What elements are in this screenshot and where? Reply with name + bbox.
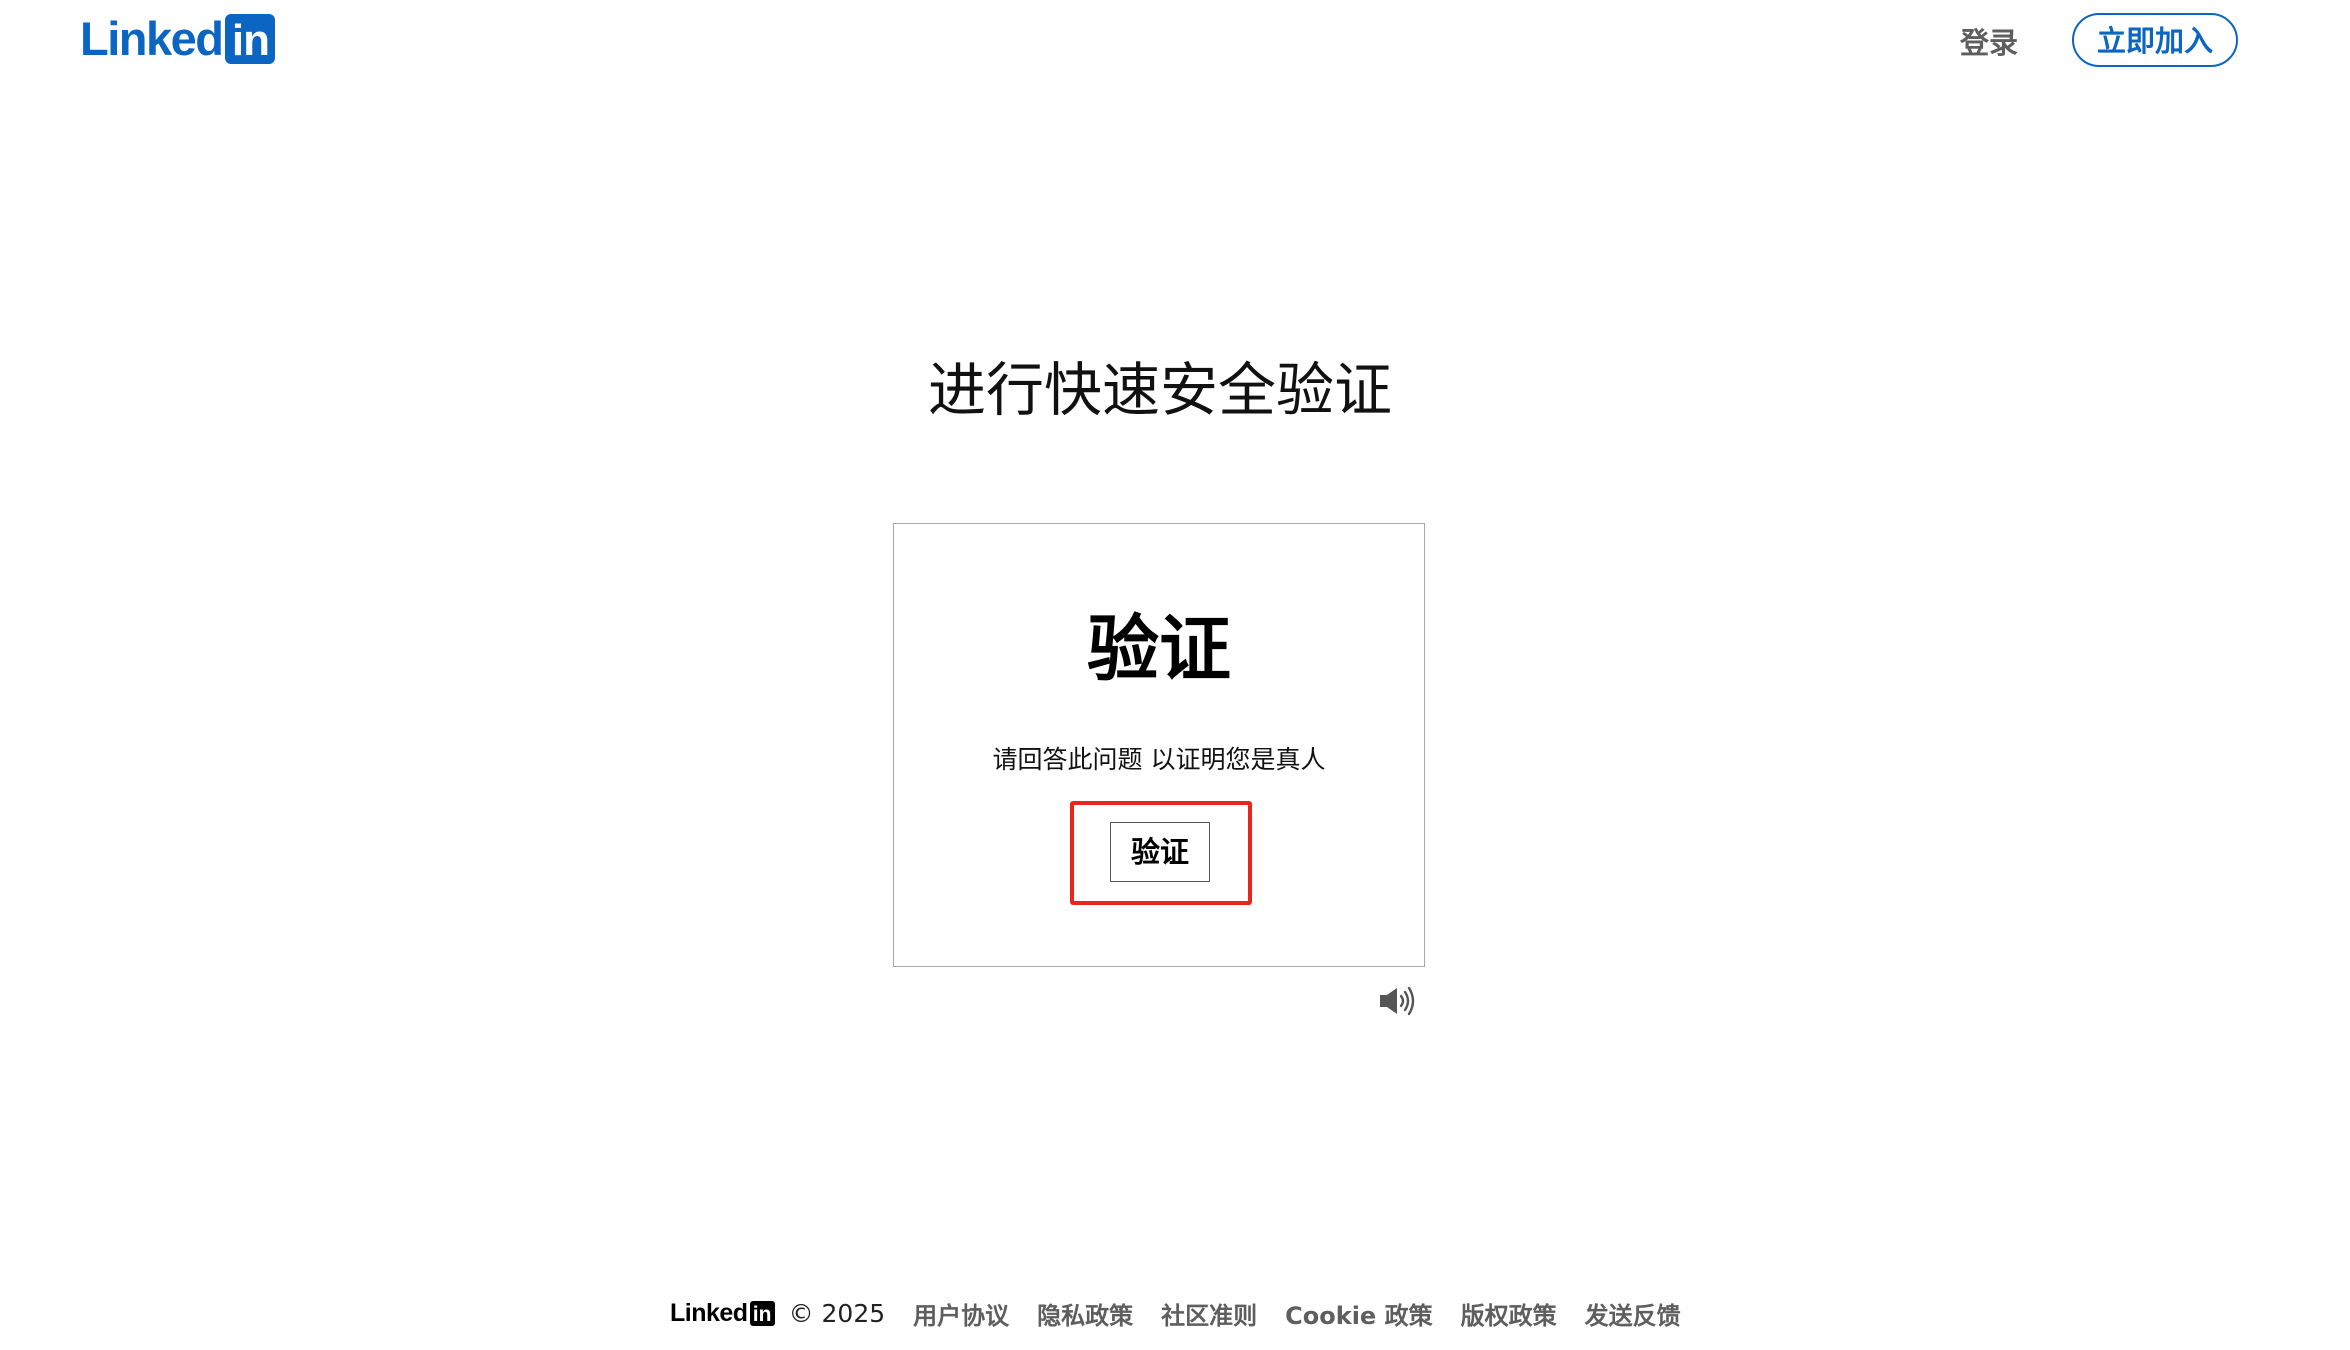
footer-logo: Linked in <box>670 1299 775 1328</box>
footer-link-cookie-policy[interactable]: Cookie 政策 <box>1285 1296 1432 1331</box>
linkedin-logo[interactable]: Linked in <box>80 12 276 65</box>
footer-logo-wordmark: Linked <box>670 1298 748 1327</box>
footer-copyright: © 2025 <box>788 1298 886 1328</box>
page: Linked in 登录 立即加入 进行快速安全验证 验证 请回答此问题 以证明… <box>0 0 2350 1350</box>
footer-link-privacy-policy[interactable]: 隐私政策 <box>1037 1296 1133 1331</box>
page-title: 进行快速安全验证 <box>927 356 1392 424</box>
logo-in-box: in <box>225 14 276 65</box>
footer-logo-in-box: in <box>749 1300 775 1326</box>
footer: Linked in © 2025 用户协议 隐私政策 社区准则 Cookie 政… <box>670 1293 1709 1333</box>
card-prompt: 请回答此问题 以证明您是真人 <box>992 745 1326 774</box>
logo-wordmark: Linked <box>80 12 224 65</box>
footer-link-user-agreement[interactable]: 用户协议 <box>913 1296 1009 1331</box>
footer-link-community-guidelines[interactable]: 社区准则 <box>1161 1296 1257 1331</box>
signin-link[interactable]: 登录 <box>1960 20 2018 66</box>
speaker-icon[interactable] <box>1378 985 1416 1017</box>
join-now-button[interactable]: 立即加入 <box>2072 13 2238 67</box>
verification-card: 验证 请回答此问题 以证明您是真人 验证 <box>893 523 1425 967</box>
card-heading: 验证 <box>1086 607 1231 691</box>
footer-link-send-feedback[interactable]: 发送反馈 <box>1585 1296 1681 1331</box>
verify-button[interactable]: 验证 <box>1110 822 1210 882</box>
footer-link-copyright-policy[interactable]: 版权政策 <box>1461 1296 1557 1331</box>
